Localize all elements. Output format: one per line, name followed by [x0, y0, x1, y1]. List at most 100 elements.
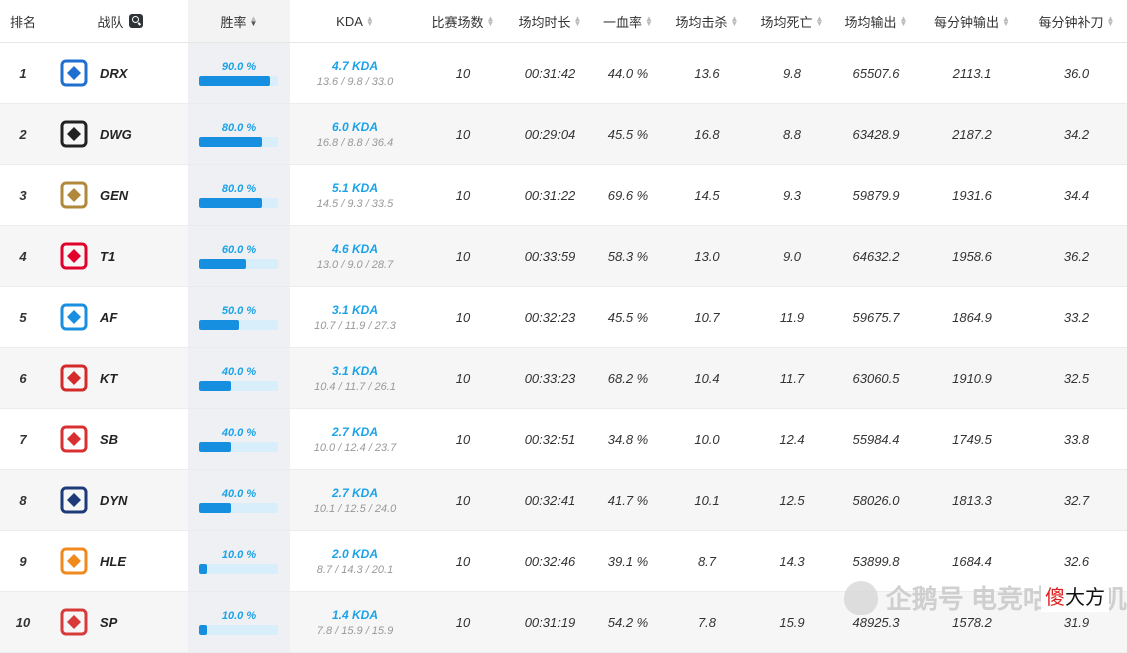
cspm-cell: 33.8 — [1063, 431, 1090, 447]
duration-cell: 00:32:46 — [524, 553, 576, 569]
team-name[interactable]: SP — [100, 592, 117, 652]
winrate-text: 80.0 % — [221, 183, 257, 195]
penguin-icon — [843, 580, 878, 615]
search-icon[interactable] — [128, 14, 143, 28]
first-blood-cell: 39.1 % — [607, 553, 649, 569]
winrate-cell — [188, 226, 290, 286]
team-name[interactable]: DRX — [100, 43, 127, 103]
header-games[interactable]: 比赛场数 ▲ ▼ — [420, 0, 506, 42]
games-cell: 10 — [455, 248, 471, 264]
dpm-cell: 1813.3 — [952, 492, 992, 508]
kda-value: 2.7 KDA — [331, 425, 378, 439]
team-name[interactable]: SB — [100, 409, 118, 469]
deaths-cell: 8.8 — [782, 126, 802, 142]
dpm-cell: 1931.6 — [952, 187, 992, 203]
damage-cell: 64632.2 — [852, 248, 900, 264]
deaths-cell: 11.9 — [779, 309, 805, 325]
team-name[interactable]: AF — [100, 287, 117, 347]
kills-cell: 7.8 — [697, 614, 717, 630]
games-cell: 10 — [455, 614, 471, 630]
duration-cell: 00:32:41 — [524, 492, 576, 508]
table-row[interactable]: 5 AF 50.0 % 3.1 KDA 10.7 / 11.9 / 27.3 10 00:3… — [0, 287, 1127, 348]
team-name[interactable]: GEN — [100, 165, 128, 225]
kda-detail: 13.0 / 9.0 / 28.7 — [316, 259, 394, 271]
first-blood-cell: 69.6 % — [607, 187, 649, 203]
team-logo[interactable] — [56, 482, 92, 518]
dpm-cell: 1864.9 — [952, 309, 992, 325]
duration-cell: 00:33:23 — [524, 370, 576, 386]
header-winrate[interactable]: 胜率 ▲ ▼ — [188, 0, 290, 42]
kills-cell: 10.0 — [694, 431, 720, 447]
deaths-cell: 9.8 — [782, 65, 802, 81]
games-cell: 10 — [455, 492, 471, 508]
table-row[interactable]: 4 T1 60.0 % 4.6 KDA 13.0 / 9.0 / 28.7 10 00:33… — [0, 226, 1127, 287]
table-row[interactable]: 7 SB 40.0 % 2.7 KDA 10.0 / 12.4 / 23.7 10 00:3… — [0, 409, 1127, 470]
winrate-bar — [199, 442, 278, 452]
sort-desc-icon: ▲ ▼ — [249, 14, 258, 28]
team-logo[interactable] — [56, 543, 92, 579]
winrate-bar-fill — [199, 442, 231, 452]
damage-cell: 65507.6 — [852, 65, 900, 81]
dpm-cell: 1749.5 — [952, 431, 992, 447]
kills-cell: 10.1 — [694, 492, 720, 508]
team-logo[interactable] — [56, 55, 92, 91]
damage-cell: 59879.9 — [852, 187, 900, 203]
header-kills[interactable]: 场均击杀 ▲ ▼ — [664, 0, 750, 42]
team-logo[interactable] — [56, 421, 92, 457]
winrate-text: 50.0 % — [221, 305, 257, 317]
winrate-bar — [199, 76, 278, 86]
header-kda[interactable]: KDA ▲ ▼ — [300, 0, 410, 42]
first-blood-cell: 34.8 % — [607, 431, 649, 447]
winrate-cell — [188, 592, 290, 652]
games-cell: 10 — [455, 431, 471, 447]
team-name[interactable]: T1 — [100, 226, 115, 286]
team-name[interactable]: KT — [100, 348, 117, 408]
kills-cell: 16.8 — [694, 126, 720, 142]
header-cspm[interactable]: 每分钟补刀 ▲ ▼ — [1026, 0, 1127, 42]
corner-badge: 傻大方 — [1041, 579, 1109, 612]
team-name[interactable]: DWG — [100, 104, 132, 164]
header-damage-label: 场均输出 — [844, 14, 897, 30]
winrate-bar — [199, 198, 278, 208]
table-row[interactable]: 6 KT 40.0 % 3.1 KDA 10.4 / 11.7 / 26.1 10 00:3… — [0, 348, 1127, 409]
table-row[interactable]: 8 DYN 40.0 % 2.7 KDA 10.1 / 12.5 / 24.0 10 00:… — [0, 470, 1127, 531]
winrate-cell — [188, 104, 290, 164]
cspm-cell: 34.2 — [1063, 126, 1090, 142]
header-damage[interactable]: 场均输出 ▲ ▼ — [834, 0, 918, 42]
table-row[interactable]: 3 GEN 80.0 % 5.1 KDA 14.5 / 9.3 / 33.5 10 00:3… — [0, 165, 1127, 226]
duration-cell: 00:31:42 — [524, 65, 576, 81]
dpm-cell: 2113.1 — [952, 65, 992, 81]
team-name[interactable]: HLE — [100, 531, 126, 591]
kda-value: 1.4 KDA — [331, 608, 378, 622]
header-deaths[interactable]: 场均死亡 ▲ ▼ — [750, 0, 834, 42]
table-row[interactable]: 1 DRX 90.0 % 4.7 KDA 13.6 / 9.8 / 33.0 10 00:3… — [0, 43, 1127, 104]
team-logo[interactable] — [56, 360, 92, 396]
sort-icon: ▲ ▼ — [365, 14, 374, 28]
team-logo[interactable] — [56, 238, 92, 274]
damage-cell: 63060.5 — [852, 370, 900, 386]
badge-left: 傻 — [1045, 585, 1065, 609]
kills-cell: 13.6 — [694, 65, 720, 81]
table-row[interactable]: 2 DWG 80.0 % 6.0 KDA 16.8 / 8.8 / 36.4 10 00:2… — [0, 104, 1127, 165]
team-logo[interactable] — [56, 177, 92, 213]
deaths-cell: 11.7 — [779, 370, 805, 386]
rank-cell: 4 — [19, 248, 27, 264]
team-logo[interactable] — [56, 116, 92, 152]
team-name[interactable]: DYN — [100, 470, 127, 530]
cspm-cell: 32.5 — [1063, 370, 1090, 386]
header-first-blood[interactable]: 一血率 ▲ ▼ — [592, 0, 664, 42]
cspm-cell: 34.4 — [1063, 187, 1090, 203]
dpm-cell: 1910.9 — [952, 370, 992, 386]
sort-icon: ▲ ▼ — [815, 14, 824, 28]
header-dpm[interactable]: 每分钟输出 ▲ ▼ — [922, 0, 1022, 42]
rank-cell: 5 — [19, 309, 27, 325]
winrate-bar-fill — [199, 320, 239, 330]
header-deaths-label: 场均死亡 — [760, 14, 813, 30]
kda-detail: 10.0 / 12.4 / 23.7 — [313, 442, 397, 454]
team-logo[interactable] — [56, 604, 92, 640]
games-cell: 10 — [455, 309, 471, 325]
winrate-cell — [188, 409, 290, 469]
kda-detail: 13.6 / 9.8 / 33.0 — [316, 76, 394, 88]
team-logo[interactable] — [56, 299, 92, 335]
header-duration[interactable]: 场均时长 ▲ ▼ — [508, 0, 592, 42]
